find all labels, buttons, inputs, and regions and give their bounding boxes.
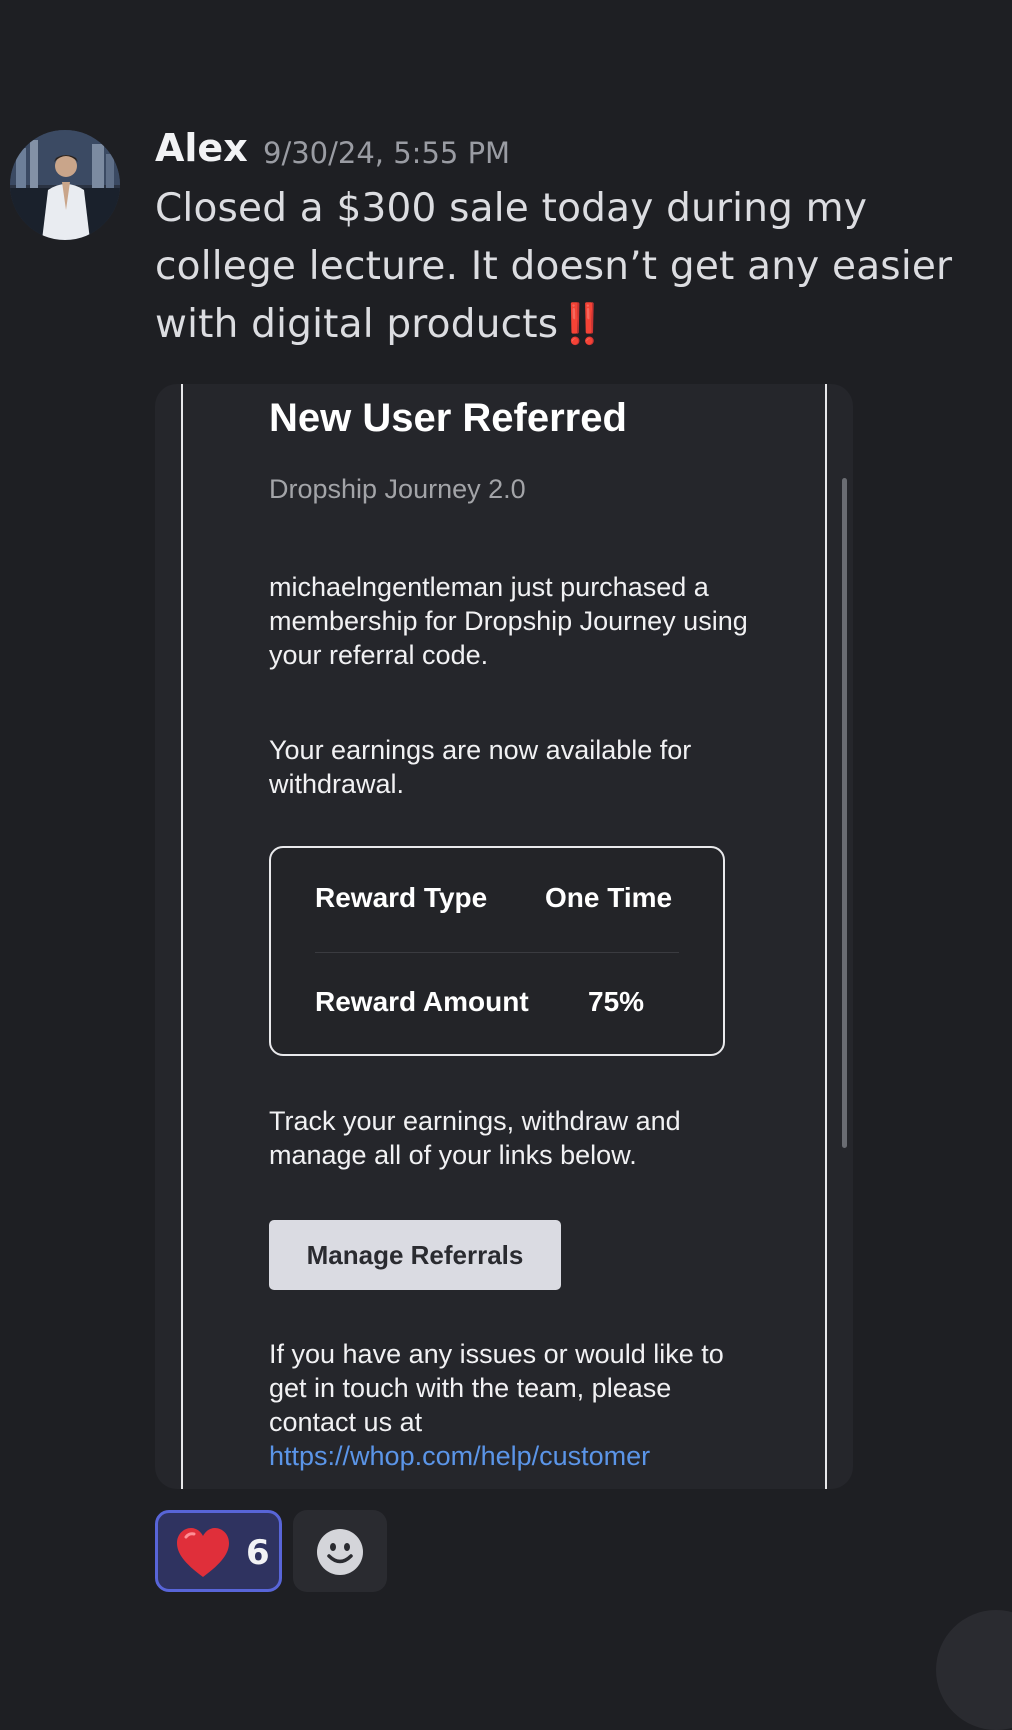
reward-amount-value: 75% [588, 986, 645, 1017]
message-body: Closed a $300 sale today during my colle… [155, 186, 953, 347]
reward-type-row: Reward Type One Time [315, 870, 679, 930]
chat-message: Alex 9/30/24, 5:55 PM Closed a $300 sale… [0, 0, 1012, 1730]
embed-right-border [825, 384, 827, 1489]
avatar[interactable] [10, 130, 120, 240]
earnings-notice: Your earnings are now available for with… [269, 735, 692, 799]
embed-scrollbar[interactable] [842, 478, 847, 1148]
manage-referrals-button[interactable]: Manage Referrals [269, 1220, 561, 1290]
contact-text: If you have any issues or would like to … [269, 1337, 759, 1473]
message-timestamp: 9/30/24, 5:55 PM [263, 136, 511, 170]
avatar-photo [10, 130, 120, 240]
reaction-heart[interactable]: 6 [155, 1510, 282, 1592]
message-text: Closed a $300 sale today during my colle… [155, 180, 995, 354]
add-reaction-icon [317, 1529, 363, 1575]
reward-divider [315, 952, 679, 953]
purchase-notice: michaelngentleman just purchased a membe… [269, 572, 748, 670]
help-link[interactable]: https://whop.com/help/customer [269, 1441, 650, 1471]
email-title: New User Referred [269, 396, 627, 440]
author-name[interactable]: Alex [155, 126, 248, 170]
reward-details-box: Reward Type One Time Reward Amount 75% [269, 846, 725, 1056]
email-subtitle: Dropship Journey 2.0 [269, 474, 526, 504]
track-earnings-text: Track your earnings, withdraw and manage… [269, 1106, 681, 1170]
reaction-count: 6 [246, 1533, 270, 1573]
contact-message: If you have any issues or would like to … [269, 1339, 724, 1437]
reward-type-value: One Time [545, 882, 673, 913]
reward-amount-label: Reward Amount [315, 986, 529, 1017]
add-reaction-button[interactable] [293, 1510, 387, 1592]
heart-icon [177, 1528, 229, 1577]
double-exclamation-emoji: ‼️ [558, 302, 607, 347]
floating-action-button[interactable] [936, 1610, 1012, 1730]
embed-left-border [181, 384, 183, 1489]
reward-type-label: Reward Type [315, 882, 488, 913]
email-screenshot-embed[interactable]: New User Referred Dropship Journey 2.0 m… [155, 384, 853, 1489]
reward-amount-row: Reward Amount 75% [315, 974, 679, 1034]
